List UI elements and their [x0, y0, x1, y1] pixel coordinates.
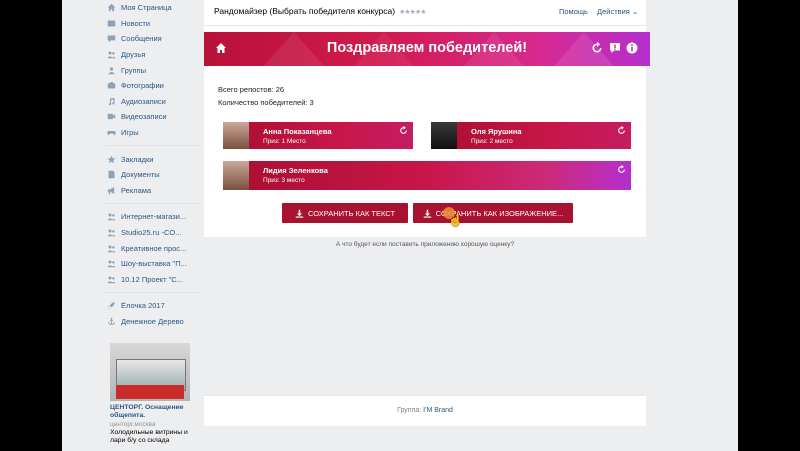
app-title-text: Рандомайзер (Выбрать победителя конкурса…: [214, 6, 396, 16]
messages-icon: [106, 34, 116, 44]
save-as-image-button[interactable]: СОХРАНИТЬ КАК ИЗОБРАЖЕНИЕ...: [413, 203, 573, 223]
winner-name[interactable]: Лидия Зеленкова: [263, 166, 328, 175]
sidebar-item-label: Сообщения: [121, 34, 162, 44]
nav-divider: [106, 203, 201, 205]
sidebar-item[interactable]: Денежное Дерево: [106, 314, 244, 330]
footer-text: Группа: I'M Brand: [204, 407, 646, 414]
rocket-icon: [106, 301, 116, 311]
sidebar-item[interactable]: Ёлочка 2017: [106, 298, 244, 314]
download-icon: [295, 209, 304, 218]
winners-count: Количество победителей: 3: [218, 98, 314, 107]
winner-card[interactable]: Оля Ярушина Приз: 2 место: [431, 122, 631, 149]
group-icon: [106, 228, 116, 238]
news-icon: [106, 18, 116, 28]
footer-prefix: Группа:: [397, 407, 422, 414]
group-icon: [106, 243, 116, 253]
group-link[interactable]: I'M Brand: [423, 407, 453, 414]
nav-divider: [106, 145, 201, 147]
friends-icon: [106, 50, 116, 60]
sidebar-item-label: Реклама: [121, 185, 152, 195]
sidebar-item-label: Креативное прос...: [121, 243, 187, 253]
gamepad-icon: [106, 128, 116, 138]
download-icon: [423, 209, 431, 218]
winner-name[interactable]: Анна Показанцева: [263, 127, 332, 136]
sidebar-item-label: 10.12 Проект "С...: [121, 274, 183, 284]
home-icon: [106, 3, 116, 13]
rating-stars[interactable]: ★★★★★: [399, 9, 426, 16]
sidebar-item-label: Новости: [121, 18, 151, 28]
sidebar-item-label: Друзья: [121, 50, 146, 60]
winner-prize: Приз: 1 Место: [263, 138, 306, 145]
save-as-text-button[interactable]: СОХРАНИТЬ КАК ТЕКСТ: [282, 203, 408, 223]
banner-title: Поздравляем победителей!: [326, 40, 528, 56]
sidebar-item[interactable]: Шоу-выставка "П...: [106, 256, 244, 272]
actions-dropdown[interactable]: Действия ⌄: [597, 7, 638, 16]
ad-title[interactable]: ЦЕНТОРГ. Оснащение общепита.: [110, 404, 200, 420]
sidebar-item-label: Группы: [121, 65, 146, 75]
sidebar-item[interactable]: 10.12 Проект "С...: [106, 272, 244, 288]
sidebar-item-label: Моя Страница: [121, 3, 172, 13]
winner-prize: Приз: 2 место: [471, 138, 513, 145]
sidebar-item-label: Studio25.ru -CO...: [121, 228, 182, 238]
chevron-down-icon: ⌄: [631, 7, 639, 16]
app-panel: Поздравляем победителей! Всего репостов:…: [204, 26, 650, 237]
group-icon: [106, 212, 116, 222]
sidebar-item-label: Аудиозаписи: [121, 96, 166, 106]
hand-cursor-icon: ☝: [448, 213, 463, 227]
rating-prompt-link[interactable]: А что будет если поставить приложению хо…: [204, 241, 646, 248]
sidebar-item-label: Ёлочка 2017: [121, 301, 165, 311]
app-footer: Группа: I'M Brand: [204, 395, 646, 426]
ad-text: Холодильные витрины и лари б/у со склада: [110, 429, 188, 444]
contest-stats: Всего репостов: 26 Количество победителе…: [218, 83, 314, 109]
group-icon: [106, 259, 116, 269]
sidebar-item-label: Игры: [121, 128, 139, 138]
app-header: Рандомайзер (Выбрать победителя конкурса…: [204, 0, 646, 26]
ad-domain: центорг.москва: [110, 421, 156, 428]
document-icon: [106, 170, 116, 180]
reroll-icon[interactable]: [617, 126, 626, 135]
reroll-icon[interactable]: [617, 165, 626, 174]
vk-page: Моя Страница Новости Сообщения Друзья Группы…: [62, 0, 738, 451]
winner-card[interactable]: Лидия Зеленкова Приз: 3 место: [223, 161, 631, 190]
music-icon: [106, 96, 116, 106]
anchor-icon: [106, 316, 116, 326]
app-title: Рандомайзер (Выбрать победителя конкурса…: [214, 6, 427, 16]
star-icon: [106, 154, 116, 164]
sidebar-item-label: Денежное Дерево: [121, 316, 184, 326]
refresh-icon[interactable]: [591, 42, 603, 54]
actions-label: Действия: [597, 7, 630, 16]
reposts-count: Всего репостов: 26: [218, 85, 285, 94]
info-icon[interactable]: [626, 42, 638, 54]
nav-divider: [106, 292, 201, 294]
save-as-text-label: СОХРАНИТЬ КАК ТЕКСТ: [307, 208, 396, 218]
avatar[interactable]: [223, 122, 249, 149]
camera-icon: [106, 81, 116, 91]
sidebar-item-label: Фотографии: [121, 81, 164, 91]
ad-image[interactable]: [110, 343, 190, 401]
avatar[interactable]: [431, 122, 457, 149]
winner-card[interactable]: Анна Показанцева Приз: 1 Место: [223, 122, 413, 149]
reroll-icon[interactable]: [399, 126, 408, 135]
sidebar-item-label: Закладки: [121, 154, 154, 164]
sidebar-item-label: Видеозаписи: [121, 112, 167, 122]
winner-name[interactable]: Оля Ярушина: [471, 127, 522, 136]
megaphone-icon: [106, 185, 116, 195]
help-link[interactable]: Помощь: [559, 7, 588, 16]
group-icon: [106, 274, 116, 284]
sidebar-item-label: Документы: [121, 170, 160, 180]
video-icon: [106, 112, 116, 122]
winners-banner: Поздравляем победителей!: [204, 32, 650, 66]
avatar[interactable]: [223, 161, 249, 190]
winner-prize: Приз: 3 место: [263, 177, 305, 184]
comment-icon[interactable]: [609, 42, 621, 54]
sidebar-item-label: Шоу-выставка "П...: [121, 259, 187, 269]
groups-icon: [106, 65, 116, 75]
sidebar-item-label: Интернет-магази...: [121, 212, 187, 222]
sidebar-ad[interactable]: ЦЕНТОРГ. Оснащение общепита. центорг.мос…: [110, 343, 200, 445]
